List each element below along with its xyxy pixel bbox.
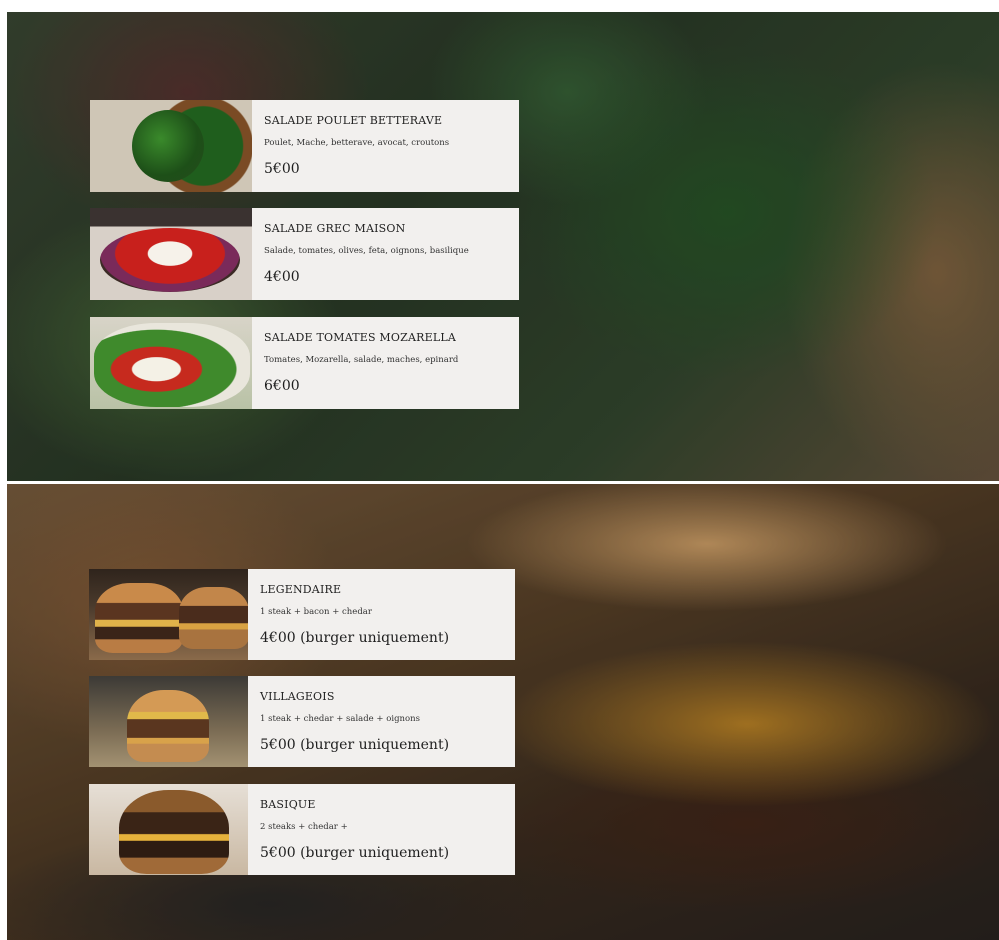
salad-poulet-image (90, 100, 252, 192)
menu-item-card[interactable]: BASIQUE 2 steaks + chedar + 5€00 (burger… (89, 784, 515, 875)
menu-item-card[interactable]: SALADE GREC MAISON Salade, tomates, oliv… (90, 208, 519, 300)
card-body: LEGENDAIRE 1 steak + bacon + chedar 4€00… (248, 569, 461, 660)
item-name: SALADE GREC MAISON (264, 222, 406, 235)
item-description: 1 steak + chedar + salade + oignons (260, 714, 420, 724)
item-price: 4€00 (burger uniquement) (260, 630, 450, 646)
item-price: 5€00 (burger uniquement) (260, 845, 450, 861)
burger-basique-image (89, 784, 248, 875)
salad-grec-image (90, 208, 252, 300)
card-body: SALADE POULET BETTERAVE Poulet, Mache, b… (252, 100, 461, 192)
item-price: 6€00 (264, 378, 300, 394)
item-price: 5€00 (264, 161, 300, 177)
card-body: SALADE GREC MAISON Salade, tomates, oliv… (252, 208, 481, 300)
menu-item-card[interactable]: SALADE TOMATES MOZARELLA Tomates, Mozare… (90, 317, 519, 409)
salad-tomates-image (90, 317, 252, 409)
item-name: SALADE POULET BETTERAVE (264, 114, 443, 127)
menu-item-card[interactable]: SALADE POULET BETTERAVE Poulet, Mache, b… (90, 100, 519, 192)
item-description: 1 steak + bacon + chedar (260, 607, 372, 617)
item-name: SALADE TOMATES MOZARELLA (264, 331, 456, 344)
salads-section: SALADE POULET BETTERAVE Poulet, Mache, b… (7, 12, 999, 481)
burger-villageois-image (89, 676, 248, 767)
card-body: VILLAGEOIS 1 steak + chedar + salade + o… (248, 676, 461, 767)
card-body: BASIQUE 2 steaks + chedar + 5€00 (burger… (248, 784, 461, 875)
menu-item-card[interactable]: LEGENDAIRE 1 steak + bacon + chedar 4€00… (89, 569, 515, 660)
item-description: Salade, tomates, olives, feta, oignons, … (264, 246, 469, 256)
item-description: Poulet, Mache, betterave, avocat, crouto… (264, 138, 450, 148)
item-price: 5€00 (burger uniquement) (260, 737, 450, 753)
item-name: VILLAGEOIS (260, 690, 335, 703)
menu-item-card[interactable]: VILLAGEOIS 1 steak + chedar + salade + o… (89, 676, 515, 767)
item-description: 2 steaks + chedar + (260, 822, 348, 832)
burger-legendaire-image (89, 569, 248, 660)
card-body: SALADE TOMATES MOZARELLA Tomates, Mozare… (252, 317, 470, 409)
item-name: LEGENDAIRE (260, 583, 342, 596)
burgers-section: LEGENDAIRE 1 steak + bacon + chedar 4€00… (7, 484, 999, 940)
item-price: 4€00 (264, 269, 300, 285)
item-description: Tomates, Mozarella, salade, maches, epin… (264, 355, 459, 365)
item-name: BASIQUE (260, 798, 316, 811)
